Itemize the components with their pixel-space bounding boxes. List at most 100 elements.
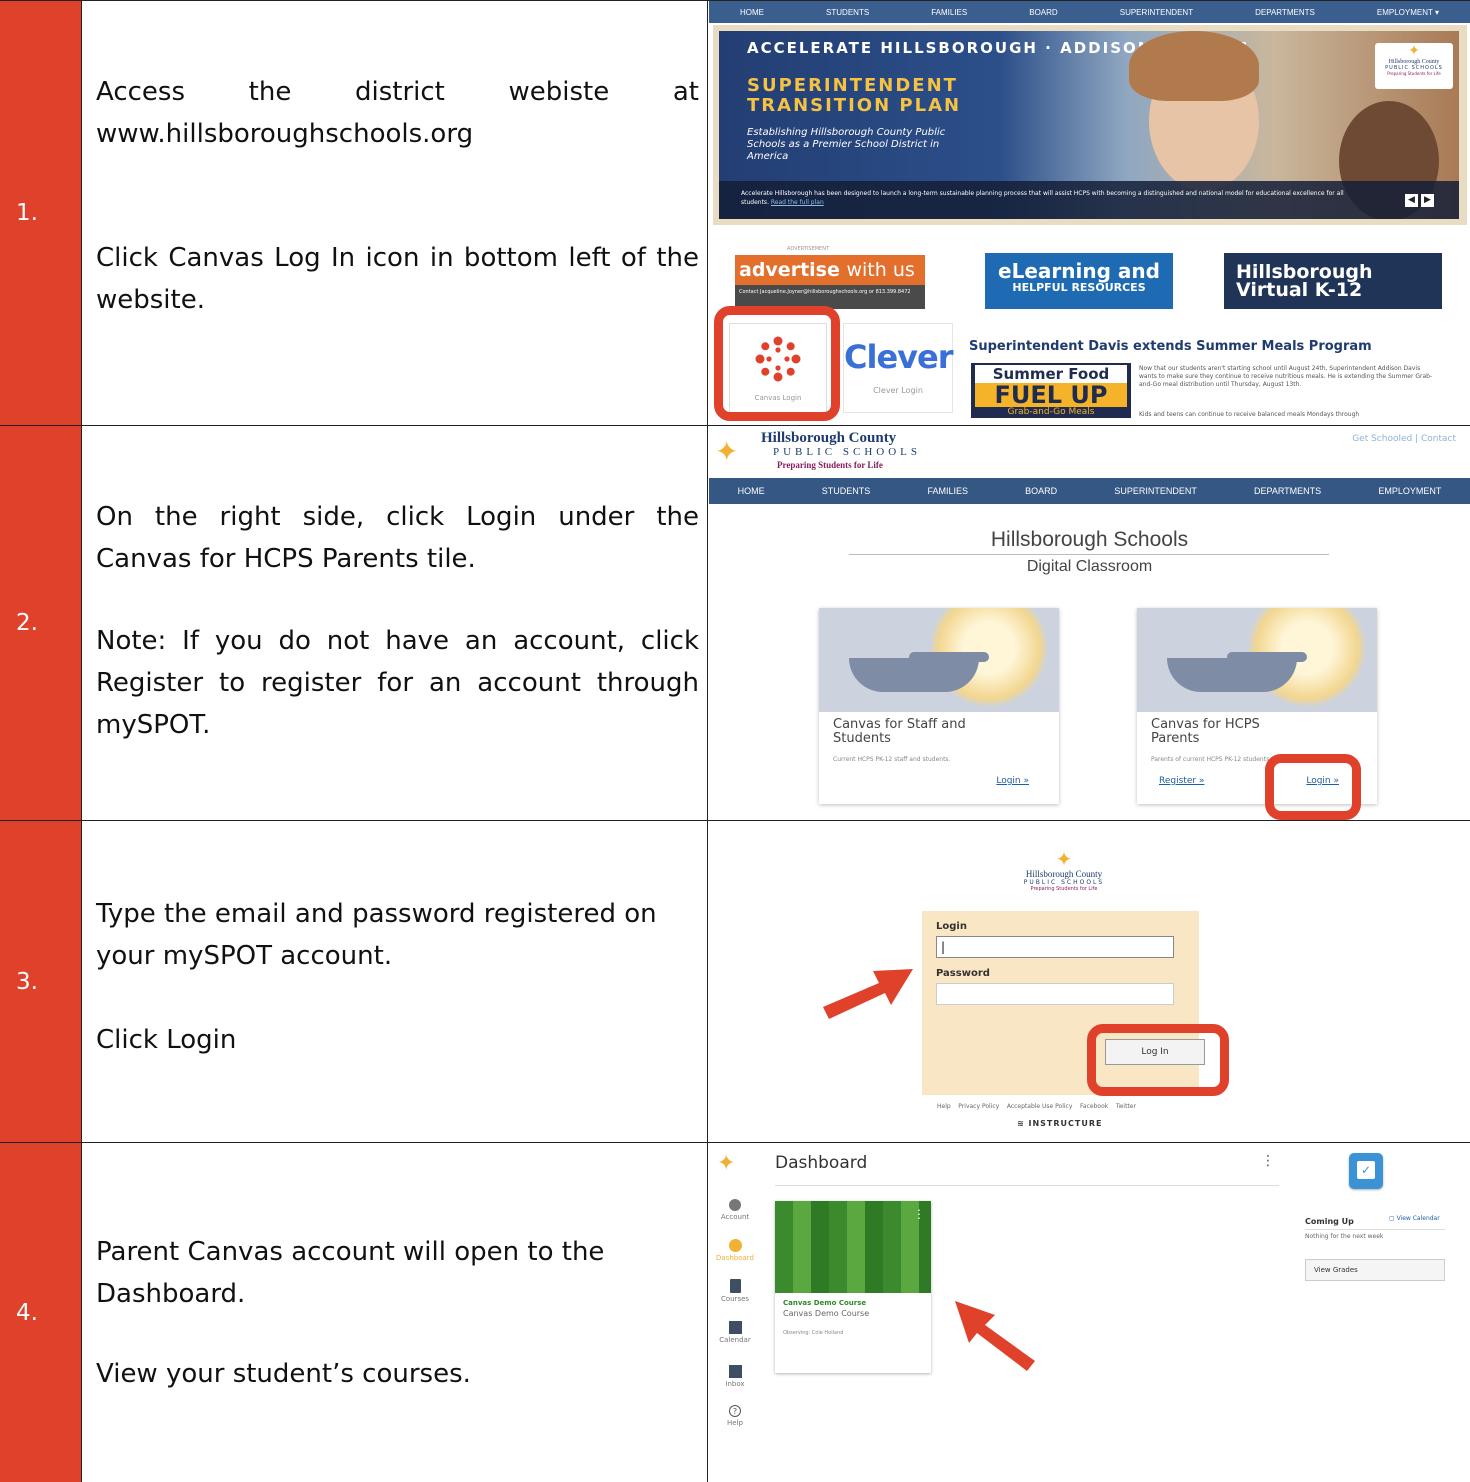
global-nav: ✦ Account Dashboard Courses Calendar Inb… xyxy=(709,1143,761,1482)
nav-account[interactable]: Account xyxy=(709,1199,761,1221)
nav-item[interactable]: SUPERINTENDENT xyxy=(1114,486,1197,496)
banner-subtitle: Establishing Hillsborough County Public … xyxy=(747,127,946,162)
password-input[interactable] xyxy=(936,983,1174,1005)
step-instruction: Click Canvas Log In icon in bottom left … xyxy=(96,243,699,315)
account-icon xyxy=(729,1199,741,1211)
step-row-2: 2. On the right side, click Login under … xyxy=(0,426,1470,821)
ad-label: ADVERTISEMENT xyxy=(787,246,830,252)
prev-arrow-icon[interactable]: ◀ xyxy=(1405,194,1418,207)
news-body: Now that our students aren't starting sc… xyxy=(1139,365,1433,388)
clever-login-tile[interactable]: Clever Clever Login xyxy=(843,323,954,413)
instructure-brand: ≋ INSTRUCTURE xyxy=(1017,1119,1103,1128)
dashboard-screenshot: ✦ Account Dashboard Courses Calendar Inb… xyxy=(709,1143,1470,1482)
course-observer: Observing: Cole Holland xyxy=(783,1330,844,1336)
coming-up-heading: Coming Up xyxy=(1305,1217,1354,1226)
nav-item[interactable]: EMPLOYMENT ▾ xyxy=(1377,8,1439,17)
nav-inbox[interactable]: Inbox xyxy=(709,1365,761,1388)
tile-title: Canvas for Staff and Students xyxy=(833,717,966,746)
login-input[interactable]: | xyxy=(936,936,1174,958)
register-link[interactable]: Register » xyxy=(1159,776,1204,786)
tile-title: Canvas for HCPS Parents xyxy=(1151,717,1260,746)
nav-help[interactable]: ? Help xyxy=(709,1405,761,1427)
virtual-banner[interactable]: Hillsborough Virtual K-12 xyxy=(1224,253,1442,309)
nav-dashboard[interactable]: Dashboard xyxy=(709,1239,761,1262)
lamp-image xyxy=(1137,608,1377,712)
planner-icon[interactable]: ✓ xyxy=(1349,1153,1383,1189)
dashboard-title: Dashboard xyxy=(775,1153,868,1173)
advertise-banner[interactable]: advertise with us Contact Jacqueline.Joy… xyxy=(735,255,925,309)
calendar-icon xyxy=(728,1321,742,1334)
login-screenshot: ✦ Hillsborough County PUBLIC SCHOOLS Pre… xyxy=(709,821,1470,1142)
portal-title: Hillsborough Schools xyxy=(990,528,1189,551)
lamp-image xyxy=(819,608,1059,712)
coming-up-empty: Nothing for the next week xyxy=(1305,1233,1384,1240)
password-label: Password xyxy=(936,968,990,979)
staff-tile: Canvas for Staff and Students Current HC… xyxy=(819,608,1059,804)
nav-item[interactable]: STUDENTS xyxy=(822,486,871,496)
lamp-icon: ✦ xyxy=(715,435,739,468)
read-more-link[interactable]: Read the full plan xyxy=(771,199,824,206)
course-code: Canvas Demo Course xyxy=(783,1299,867,1307)
logo-card: ✦ Hillsborough County PUBLIC SCHOOLS Pre… xyxy=(1375,43,1453,89)
nav-item[interactable]: FAMILIES xyxy=(931,8,967,17)
step-instruction: Parent Canvas account will open to the D… xyxy=(96,1237,605,1309)
staff-login-link[interactable]: Login » xyxy=(996,776,1029,786)
login-label: Login xyxy=(936,921,967,932)
step-text: Parent Canvas account will open to the D… xyxy=(82,1143,708,1482)
nav-calendar[interactable]: Calendar xyxy=(709,1321,761,1344)
district-logo: ✦ Hillsborough County PUBLIC SCHOOLS Pre… xyxy=(989,849,1139,892)
pointer-arrow-icon xyxy=(955,1301,1035,1371)
nav-item[interactable]: STUDENTS xyxy=(826,8,869,17)
nav-item[interactable]: EMPLOYMENT xyxy=(1378,486,1441,496)
nav-item[interactable]: HOME xyxy=(738,486,765,496)
step-instruction: On the right side, click Login under the… xyxy=(96,502,699,574)
step-number: 2. xyxy=(0,426,82,820)
summer-food-image: Summer Food FUEL UP Grab-and-Go Meals xyxy=(971,363,1131,418)
step-row-4: 4. Parent Canvas account will open to th… xyxy=(0,1143,1470,1482)
next-arrow-icon[interactable]: ▶ xyxy=(1421,194,1434,207)
lamp-icon: ✦ xyxy=(717,1151,736,1176)
news-body-2: Kids and teens can continue to receive b… xyxy=(1139,411,1360,418)
banner-caption: Accelerate Hillsborough has been designe… xyxy=(741,190,1344,206)
step-instruction: View your student’s courses. xyxy=(96,1359,471,1389)
banner-title: TRANSITION PLAN xyxy=(747,95,962,116)
lamp-icon: ✦ xyxy=(1055,847,1073,871)
top-links[interactable]: Get Schooled | Contact xyxy=(1352,434,1456,444)
courses-icon xyxy=(729,1279,741,1293)
step-instruction: Type the email and password registered o… xyxy=(96,899,657,971)
nav-item[interactable]: BOARD xyxy=(1025,486,1057,496)
course-card[interactable]: ⋮ Canvas Demo Course Canvas Demo Course … xyxy=(775,1201,931,1373)
step-instruction: Note: If you do not have an account, cli… xyxy=(96,626,699,740)
hero-banner[interactable]: ACCELERATE HILLSBOROUGH · ADDISON G. DAV… xyxy=(713,25,1467,225)
elearning-banner[interactable]: eLearning and HELPFUL RESOURCES xyxy=(985,253,1173,309)
news-headline[interactable]: Superintendent Davis extends Summer Meal… xyxy=(969,339,1372,354)
options-menu-icon[interactable]: ⋮ xyxy=(1261,1153,1275,1169)
highlight-box xyxy=(1265,754,1361,820)
nav-item[interactable]: SUPERINTENDENT xyxy=(1120,8,1193,17)
nav-item[interactable]: BOARD xyxy=(1029,8,1057,17)
nav-item[interactable]: DEPARTMENTS xyxy=(1254,486,1321,496)
step-text: Type the email and password registered o… xyxy=(82,821,708,1142)
site-nav: HOME STUDENTS FAMILIES BOARD SUPERINTEND… xyxy=(709,478,1470,504)
step-text: On the right side, click Login under the… xyxy=(82,426,708,820)
step-number: 4. xyxy=(0,1143,82,1482)
login-footer[interactable]: Help Privacy Policy Acceptable Use Polic… xyxy=(937,1103,1136,1110)
view-calendar-link[interactable]: ▢ View Calendar xyxy=(1389,1215,1440,1222)
step-row-1: 1. Access the district webiste at www.hi… xyxy=(0,1,1470,426)
inbox-icon xyxy=(728,1365,742,1378)
step-instruction: Click Login xyxy=(96,1025,237,1055)
step-row-3: 3. Type the email and password registere… xyxy=(0,821,1470,1143)
nav-item[interactable]: DEPARTMENTS xyxy=(1255,8,1315,17)
nav-item[interactable]: HOME xyxy=(740,8,764,17)
view-grades-button[interactable]: View Grades xyxy=(1305,1259,1445,1281)
step-text: Access the district webiste at www.hills… xyxy=(82,1,708,425)
portal-subtitle: Digital Classroom xyxy=(1026,558,1153,575)
nav-item[interactable]: FAMILIES xyxy=(927,486,968,496)
nav-courses[interactable]: Courses xyxy=(709,1279,761,1303)
pointer-arrow-icon xyxy=(823,969,913,1019)
highlight-box xyxy=(1087,1024,1229,1096)
portal-screenshot: ✦ Hillsborough County PUBLIC SCHOOLS Pre… xyxy=(709,426,1470,820)
card-menu-icon[interactable]: ⋮ xyxy=(913,1207,925,1221)
district-logo: ✦ Hillsborough County PUBLIC SCHOOLS Pre… xyxy=(715,430,921,470)
site-nav: HOME STUDENTS FAMILIES BOARD SUPERINTEND… xyxy=(709,1,1470,23)
